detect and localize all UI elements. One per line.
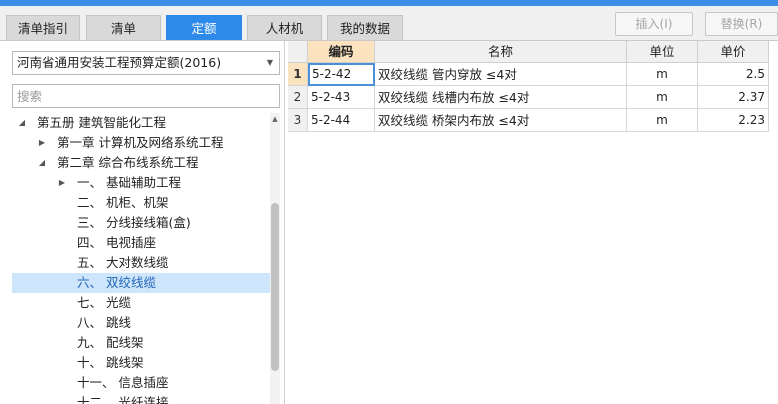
tab-bill-guide[interactable]: 清单指引 [6, 15, 80, 40]
tree-node[interactable]: 八、 跳线 [12, 313, 270, 333]
tree-node-label: 六、 双绞线缆 [77, 275, 156, 290]
tree-node[interactable]: ◢ 第五册 建筑智能化工程 [12, 113, 270, 133]
table-row[interactable]: 1 5-2-42 双绞线缆 管内穿放 ≤4对 m 2.5 [288, 63, 769, 86]
cell-code[interactable]: 5-2-43 [308, 86, 375, 109]
tree-node-label: 十、 跳线架 [77, 355, 144, 370]
quota-grid: 编码 名称 单位 单价 1 5-2-42 双绞线缆 管内穿放 ≤4对 m 2.5… [288, 41, 769, 404]
tab-bill[interactable]: 清单 [86, 15, 161, 40]
tree-node[interactable]: ▶ 一、 基础辅助工程 [12, 173, 270, 193]
insert-button[interactable]: 插入(I) [615, 12, 693, 36]
tree-node-selected[interactable]: 六、 双绞线缆 [12, 273, 270, 293]
replace-button[interactable]: 替换(R) [705, 12, 778, 36]
tree-node-label: 七、 光缆 [77, 295, 131, 310]
collapsed-arrow-icon[interactable]: ▶ [57, 173, 67, 193]
tree-node-label: 第一章 计算机及网络系统工程 [57, 135, 224, 150]
chapter-tree: ◢ 第五册 建筑智能化工程 ▶ 第一章 计算机及网络系统工程 ◢ 第二章 综合布… [12, 113, 270, 404]
grid-corner [288, 41, 308, 63]
cell-unit[interactable]: m [627, 86, 698, 109]
quota-library-select[interactable]: 河南省通用安装工程预算定额(2016) ▼ [12, 51, 280, 75]
cell-price[interactable]: 2.23 [698, 109, 769, 132]
cell-name[interactable]: 双绞线缆 线槽内布放 ≤4对 [375, 86, 627, 109]
tree-node-label: 五、 大对数线缆 [77, 255, 169, 270]
row-number: 2 [288, 86, 308, 109]
chevron-down-icon: ▼ [266, 58, 273, 67]
search-input[interactable] [12, 84, 280, 108]
collapsed-arrow-icon[interactable]: ▶ [37, 133, 47, 153]
tree-node[interactable]: 七、 光缆 [12, 293, 270, 313]
tree-node[interactable]: ◢ 第二章 综合布线系统工程 [12, 153, 270, 173]
scroll-up-icon[interactable]: ▲ [270, 113, 280, 125]
tree-node[interactable]: 四、 电视插座 [12, 233, 270, 253]
cell-name[interactable]: 双绞线缆 桥架内布放 ≤4对 [375, 109, 627, 132]
tree-node-label: 十二、 光纤连接 [77, 395, 169, 404]
table-row[interactable]: 2 5-2-43 双绞线缆 线槽内布放 ≤4对 m 2.37 [288, 86, 769, 109]
tree-node-label: 第五册 建筑智能化工程 [37, 115, 166, 130]
tab-quota[interactable]: 定额 [166, 15, 242, 40]
cell-price[interactable]: 2.5 [698, 63, 769, 86]
row-number: 3 [288, 109, 308, 132]
expanded-arrow-icon[interactable]: ◢ [17, 113, 27, 133]
column-header-code[interactable]: 编码 [308, 41, 375, 63]
tree-node-label: 四、 电视插座 [77, 235, 156, 250]
row-number: 1 [288, 63, 308, 86]
tree-node-label: 三、 分线接线箱(盒) [77, 215, 191, 230]
tree-node-label: 二、 机柜、机架 [77, 195, 169, 210]
expanded-arrow-icon[interactable]: ◢ [37, 153, 47, 173]
table-row[interactable]: 3 5-2-44 双绞线缆 桥架内布放 ≤4对 m 2.23 [288, 109, 769, 132]
quota-library-value: 河南省通用安装工程预算定额(2016) [17, 55, 222, 70]
cell-price[interactable]: 2.37 [698, 86, 769, 109]
tab-bar: 清单指引 清单 定额 人材机 我的数据 插入(I) 替换(R) [0, 6, 778, 41]
cell-unit[interactable]: m [627, 109, 698, 132]
tree-node[interactable]: 十、 跳线架 [12, 353, 270, 373]
tree-node[interactable]: 五、 大对数线缆 [12, 253, 270, 273]
tree-node-label: 第二章 综合布线系统工程 [57, 155, 199, 170]
column-header-name[interactable]: 名称 [375, 41, 627, 63]
cell-code[interactable]: 5-2-44 [308, 109, 375, 132]
tree-node-label: 一、 基础辅助工程 [77, 175, 181, 190]
column-header-unit[interactable]: 单位 [627, 41, 698, 63]
tree-scrollbar[interactable]: ▲ [270, 113, 280, 404]
column-header-price[interactable]: 单价 [698, 41, 769, 63]
cell-unit[interactable]: m [627, 63, 698, 86]
tree-node-label: 八、 跳线 [77, 315, 131, 330]
tab-my-data[interactable]: 我的数据 [327, 15, 403, 40]
tree-node[interactable]: 九、 配线架 [12, 333, 270, 353]
tree-node-label: 十一、 信息插座 [77, 375, 169, 390]
cell-name[interactable]: 双绞线缆 管内穿放 ≤4对 [375, 63, 627, 86]
tab-labor-material-machine[interactable]: 人材机 [247, 15, 322, 40]
tree-node[interactable]: 十二、 光纤连接 [12, 393, 270, 404]
tree-node[interactable]: 十一、 信息插座 [12, 373, 270, 393]
cell-code[interactable]: 5-2-42 [308, 63, 375, 86]
tree-node[interactable]: ▶ 第一章 计算机及网络系统工程 [12, 133, 270, 153]
left-panel: 河南省通用安装工程预算定额(2016) ▼ ◢ 第五册 建筑智能化工程 ▶ 第一… [7, 41, 285, 404]
tree-node[interactable]: 三、 分线接线箱(盒) [12, 213, 270, 233]
tree-node-label: 九、 配线架 [77, 335, 144, 350]
scrollbar-thumb[interactable] [271, 203, 279, 371]
tree-node[interactable]: 二、 机柜、机架 [12, 193, 270, 213]
